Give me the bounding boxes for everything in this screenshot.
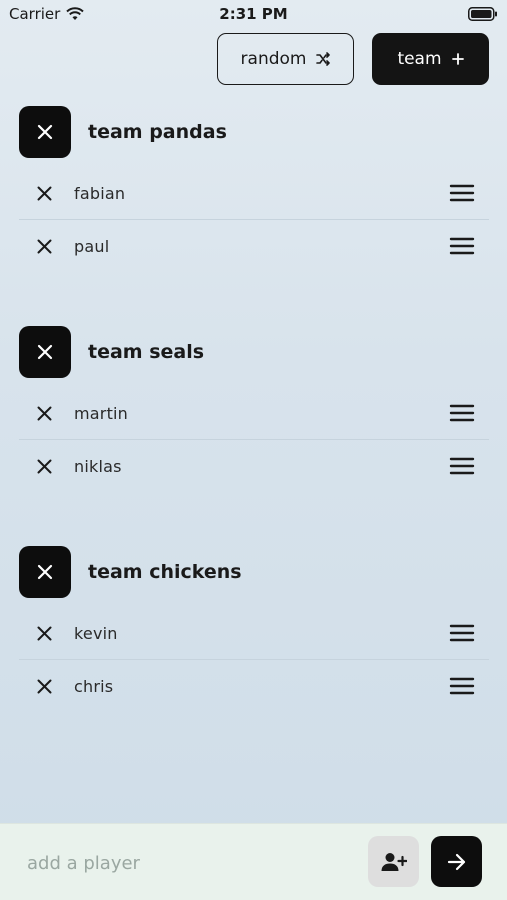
- team-header: team seals: [19, 326, 489, 378]
- remove-player-button[interactable]: [18, 393, 70, 433]
- close-icon: [37, 344, 53, 360]
- add-team-button-label: team: [397, 49, 442, 69]
- team-name: team seals: [88, 341, 205, 363]
- random-button[interactable]: random: [217, 33, 354, 85]
- close-icon: [37, 186, 51, 200]
- close-icon: [37, 406, 51, 420]
- plus-icon: [451, 53, 464, 65]
- player-name: niklas: [74, 456, 122, 476]
- random-button-label: random: [240, 49, 307, 69]
- remove-player-button[interactable]: [18, 226, 70, 266]
- status-bar: Carrier 2:31 PM: [0, 0, 507, 28]
- player-name: martin: [74, 403, 129, 423]
- remove-team-button[interactable]: [19, 326, 71, 378]
- player-row: paul: [19, 220, 489, 272]
- remove-team-button[interactable]: [19, 546, 71, 598]
- drag-handle-icon[interactable]: [449, 237, 475, 255]
- battery-icon: [468, 7, 497, 21]
- close-icon: [37, 679, 51, 693]
- bottom-bar: [0, 823, 507, 900]
- clock: 2:31 PM: [219, 5, 288, 23]
- remove-player-button[interactable]: [18, 173, 70, 213]
- person-add-icon: [381, 852, 407, 871]
- team-card: team pandas fabian paul: [19, 106, 489, 272]
- close-icon: [37, 459, 51, 473]
- remove-player-button[interactable]: [18, 666, 70, 706]
- team-name: team pandas: [88, 121, 227, 143]
- player-row: niklas: [19, 440, 489, 492]
- add-team-button[interactable]: team: [372, 33, 489, 85]
- shuffle-icon: [316, 52, 331, 66]
- team-header: team chickens: [19, 546, 489, 598]
- close-icon: [37, 239, 51, 253]
- close-icon: [37, 564, 53, 580]
- team-header: team pandas: [19, 106, 489, 158]
- player-name: paul: [74, 236, 110, 256]
- remove-player-button[interactable]: [18, 446, 70, 486]
- drag-handle-icon[interactable]: [449, 677, 475, 695]
- player-row: fabian: [19, 167, 489, 220]
- drag-handle-icon[interactable]: [449, 184, 475, 202]
- remove-team-button[interactable]: [19, 106, 71, 158]
- top-actions: random team: [217, 33, 489, 85]
- next-button[interactable]: [431, 836, 482, 887]
- arrow-right-icon: [447, 853, 465, 870]
- player-name: fabian: [74, 183, 126, 203]
- team-card: team chickens kevin chris: [19, 546, 489, 712]
- team-card: team seals martin niklas: [19, 326, 489, 492]
- player-row: martin: [19, 387, 489, 440]
- player-name: chris: [74, 676, 114, 696]
- drag-handle-icon[interactable]: [449, 404, 475, 422]
- player-name-input[interactable]: [25, 848, 349, 878]
- drag-handle-icon[interactable]: [449, 624, 475, 642]
- remove-player-button[interactable]: [18, 613, 70, 653]
- close-icon: [37, 124, 53, 140]
- player-name: kevin: [74, 623, 118, 643]
- add-player-button[interactable]: [368, 836, 419, 887]
- player-row: chris: [19, 660, 489, 712]
- drag-handle-icon[interactable]: [449, 457, 475, 475]
- team-name: team chickens: [88, 561, 242, 583]
- close-icon: [37, 626, 51, 640]
- player-row: kevin: [19, 607, 489, 660]
